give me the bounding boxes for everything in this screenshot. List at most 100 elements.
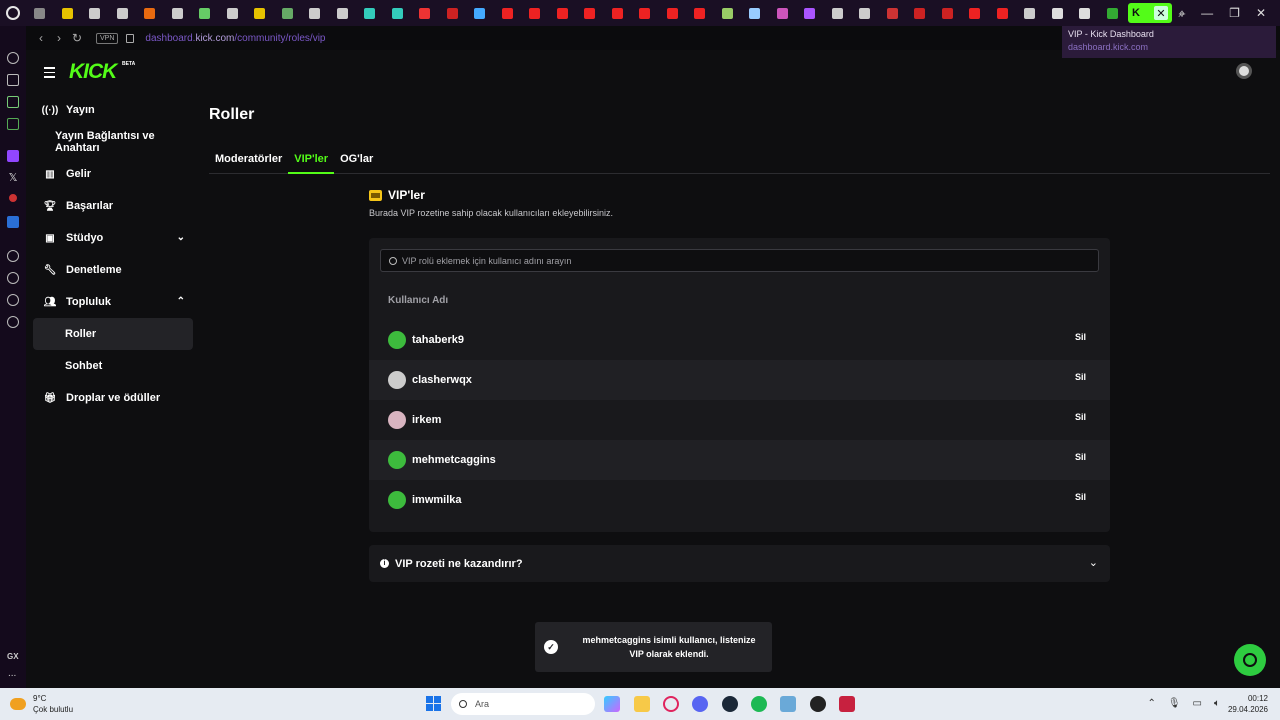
menu-icon[interactable]: [44, 67, 55, 78]
messenger-icon[interactable]: [7, 118, 19, 130]
sidebar-item-yayin[interactable]: ((·)) Yayın: [33, 94, 193, 126]
tab-favicon-icon[interactable]: [1044, 0, 1072, 26]
x-twitter-icon[interactable]: 𝕏: [7, 172, 19, 184]
sidebar-item-topluluk[interactable]: 👥︎ Topluluk ⌃: [33, 286, 193, 318]
app-icon[interactable]: [780, 696, 796, 712]
sidebar-item-studyo[interactable]: ▣ Stüdyo ⌄: [33, 222, 193, 254]
chevron-up-icon[interactable]: ⌃: [1147, 698, 1155, 709]
tab-favicon-icon[interactable]: [411, 0, 439, 26]
tab-favicon-icon[interactable]: [191, 0, 219, 26]
volume-icon[interactable]: 🔈︎: [1214, 698, 1220, 709]
settings-icon[interactable]: [7, 316, 19, 328]
discord-icon[interactable]: [692, 696, 708, 712]
vip-faq-accordion[interactable]: i VIP rozeti ne kazandırır? ⌄: [369, 545, 1110, 582]
tab-favicon-icon[interactable]: [246, 0, 274, 26]
tab-favicon-icon[interactable]: [384, 0, 412, 26]
active-tab[interactable]: K ✕: [1128, 3, 1172, 23]
copilot-icon[interactable]: [604, 696, 620, 712]
minimize-button[interactable]: —: [1201, 6, 1213, 20]
more-icon[interactable]: ...: [8, 668, 16, 679]
tab-favicon-icon[interactable]: [741, 0, 769, 26]
tab-moderators[interactable]: Moderatörler: [209, 146, 288, 174]
tab-favicon-icon[interactable]: [714, 0, 742, 26]
tab-favicon-icon[interactable]: [466, 0, 494, 26]
close-tab-icon[interactable]: ✕: [1154, 6, 1168, 20]
username[interactable]: irkem: [412, 414, 441, 426]
tab-favicon-icon[interactable]: [851, 0, 879, 26]
gx-label[interactable]: GX: [7, 652, 19, 661]
username[interactable]: tahaberk9: [412, 334, 464, 346]
tab-ogs[interactable]: OG'lar: [334, 146, 379, 174]
tab-favicon-icon[interactable]: [81, 0, 109, 26]
weather-widget[interactable]: 9°C Çok bulutlu: [10, 693, 73, 715]
remove-button[interactable]: Sil: [1075, 332, 1086, 342]
tab-favicon-icon[interactable]: [329, 0, 357, 26]
chevron-down-icon[interactable]: ⌄: [177, 232, 185, 243]
steam-icon[interactable]: [722, 696, 738, 712]
remove-button[interactable]: Sil: [1075, 372, 1086, 382]
tab-favicon-icon[interactable]: [549, 0, 577, 26]
help-button[interactable]: [1234, 644, 1266, 676]
lock-icon[interactable]: [126, 33, 135, 43]
sidebar-item-droplar[interactable]: 🎁︎ Droplar ve ödüller: [33, 382, 193, 414]
opera-logo-icon[interactable]: [0, 0, 26, 26]
sidebar-item-sohbet[interactable]: Sohbet: [33, 350, 193, 382]
tab-favicon-icon[interactable]: [961, 0, 989, 26]
username[interactable]: clasherwqx: [412, 374, 472, 386]
twitch-icon[interactable]: [7, 150, 19, 162]
tab-favicon-icon[interactable]: [494, 0, 522, 26]
spotify-icon[interactable]: [751, 696, 767, 712]
windows-start-icon[interactable]: [426, 696, 441, 711]
tab-favicon-icon[interactable]: [521, 0, 549, 26]
tab-favicon-icon[interactable]: [906, 0, 934, 26]
file-explorer-icon[interactable]: [634, 696, 650, 712]
vip-search-input[interactable]: [402, 255, 1082, 266]
remove-button[interactable]: Sil: [1075, 412, 1086, 422]
app-icon[interactable]: [7, 216, 19, 228]
tab-favicon-icon[interactable]: [631, 0, 659, 26]
tab-favicon-icon[interactable]: [274, 0, 302, 26]
tab-favicon-icon[interactable]: [934, 0, 962, 26]
tab-favicon-icon[interactable]: [109, 0, 137, 26]
url-field[interactable]: dashboard.kick.com/community/roles/vip: [145, 33, 325, 44]
valorant-icon[interactable]: [839, 696, 855, 712]
player-icon[interactable]: [7, 250, 19, 262]
tab-favicon-icon[interactable]: [796, 0, 824, 26]
history-icon[interactable]: [7, 52, 19, 64]
forward-button[interactable]: ›: [50, 31, 68, 45]
tab-favicon-icon[interactable]: [879, 0, 907, 26]
tab-favicon-icon[interactable]: [659, 0, 687, 26]
username[interactable]: imwmilka: [412, 494, 462, 506]
tab-favicon-icon[interactable]: [219, 0, 247, 26]
sidebar-item-gelir[interactable]: ▥ Gelir: [33, 158, 193, 190]
tab-favicon-icon[interactable]: [439, 0, 467, 26]
kick-logo[interactable]: KICK: [69, 60, 117, 84]
tab-favicon-icon[interactable]: [136, 0, 164, 26]
chevron-up-icon[interactable]: ⌃: [177, 296, 185, 307]
tab-favicon-icon[interactable]: [356, 0, 384, 26]
tab-favicon-icon[interactable]: [1016, 0, 1044, 26]
tab-favicon-icon[interactable]: [576, 0, 604, 26]
tab-favicon-icon[interactable]: [1099, 0, 1127, 26]
opera-gx-icon[interactable]: [663, 696, 679, 712]
tab-favicon-icon[interactable]: [686, 0, 714, 26]
tab-favicon-icon[interactable]: [301, 0, 329, 26]
vip-search[interactable]: [380, 249, 1099, 272]
profile-avatar[interactable]: [1236, 63, 1252, 79]
tab-favicon-icon[interactable]: [989, 0, 1017, 26]
sidebar-item-stream-key[interactable]: Yayın Bağlantısı ve Anahtarı: [33, 126, 193, 158]
remove-button[interactable]: Sil: [1075, 452, 1086, 462]
vpn-badge[interactable]: VPN: [96, 32, 119, 44]
username[interactable]: mehmetcaggins: [412, 454, 496, 466]
back-button[interactable]: ‹: [32, 31, 50, 45]
extensions-icon[interactable]: [7, 294, 19, 306]
remove-button[interactable]: Sil: [1075, 492, 1086, 502]
shopping-icon[interactable]: [7, 74, 19, 86]
clock-icon[interactable]: [7, 272, 19, 284]
sidebar-item-basarilar[interactable]: 🏆︎ Başarılar: [33, 190, 193, 222]
taskbar-search[interactable]: Ara: [451, 693, 595, 715]
reddit-icon[interactable]: [9, 194, 17, 202]
tab-favicon-icon[interactable]: [164, 0, 192, 26]
app-icon[interactable]: [810, 696, 826, 712]
tab-favicon-icon[interactable]: [604, 0, 632, 26]
